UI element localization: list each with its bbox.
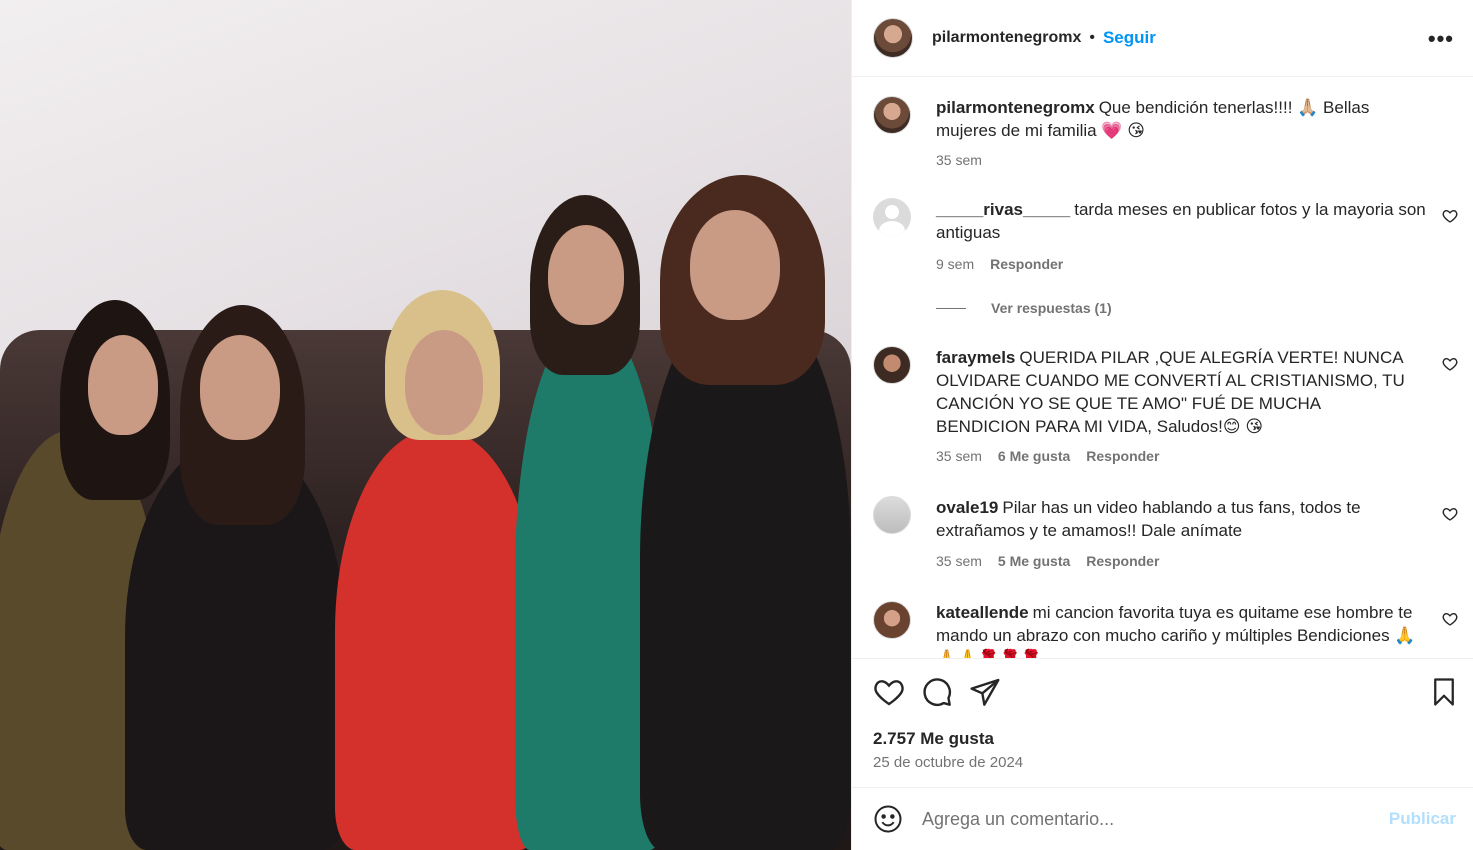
like-heart-icon[interactable] [873,676,905,708]
comment-time[interactable]: 35 sem [936,448,982,464]
view-replies-label: Ver respuestas (1) [991,300,1112,316]
post-date[interactable]: 25 de octubre de 2024 [873,754,1023,771]
comment-meta: 9 sem Responder [936,256,1063,272]
more-options-icon[interactable]: ••• [1428,26,1454,52]
comment-username[interactable]: kateallende [936,603,1029,622]
add-comment-bar: Publicar [852,787,1473,850]
photo-face-2 [200,335,280,440]
photo-face-3 [405,330,483,435]
author-username[interactable]: pilarmontenegromx [932,29,1081,47]
post-actions: 2.757 Me gusta 25 de octubre de 2024 [852,658,1473,788]
reply-button[interactable]: Responder [1086,553,1159,569]
photo-person-3 [335,430,540,850]
comments-list[interactable]: pilarmontenegromx Que bendición tenerlas!… [852,78,1473,658]
comment-item: _____rivas_____ tarda meses en publicar f… [873,198,1458,278]
caption-time[interactable]: 35 sem [936,152,982,168]
comment-item: kateallende mi cancion favorita tuya es q… [873,601,1458,658]
follow-button[interactable]: Seguir [1103,28,1156,48]
comment-text-block: _____rivas_____ tarda meses en publicar f… [936,198,1426,244]
comment-text-block: kateallende mi cancion favorita tuya es q… [936,601,1431,658]
caption-avatar[interactable] [873,96,911,134]
default-avatar-icon[interactable] [873,198,911,236]
header-separator: • [1089,29,1095,46]
photo-face-4 [548,225,624,325]
likes-count[interactable]: 2.757 Me gusta [873,729,994,749]
comment-text-block: ovale19 Pilar has un video hablando a tus… [936,496,1396,542]
commenter-avatar[interactable] [873,601,911,639]
like-comment-heart-icon[interactable] [1442,611,1458,627]
post-photo[interactable] [0,0,851,850]
caption-meta: 35 sem [936,152,982,168]
replies-line [936,307,966,309]
comment-time[interactable]: 35 sem [936,553,982,569]
comment-meta: 35 sem 6 Me gusta Responder [936,448,1159,464]
photo-face-5 [690,210,780,320]
commenter-avatar[interactable] [873,496,911,534]
commenter-avatar[interactable] [873,346,911,384]
caption-text-block: pilarmontenegromx Que bendición tenerlas!… [936,96,1396,142]
comment-username[interactable]: faraymels [936,348,1015,367]
comment-username[interactable]: ovale19 [936,498,998,517]
reply-button[interactable]: Responder [1086,448,1159,464]
comment-bubble-icon[interactable] [921,676,953,708]
caption: pilarmontenegromx Que bendición tenerlas!… [873,96,1458,176]
author-avatar[interactable] [873,18,913,58]
caption-username[interactable]: pilarmontenegromx [936,98,1095,117]
comment-text-block: faraymels QUERIDA PILAR ,QUE ALEGRÍA VERT… [936,346,1411,438]
action-icons [873,676,1001,708]
like-comment-heart-icon[interactable] [1442,506,1458,522]
comment-item: ovale19 Pilar has un video hablando a tus… [873,496,1458,576]
share-paper-plane-icon[interactable] [969,676,1001,708]
view-replies-button[interactable]: Ver respuestas (1) [936,300,1112,316]
like-comment-heart-icon[interactable] [1442,208,1458,224]
comment-meta: 35 sem 5 Me gusta Responder [936,553,1159,569]
comment-username[interactable]: _____rivas_____ [936,200,1070,219]
comment-likes[interactable]: 6 Me gusta [998,448,1070,464]
comment-text: Pilar has un video hablando a tus fans, … [936,498,1361,540]
comment-item: faraymels QUERIDA PILAR ,QUE ALEGRÍA VERT… [873,346,1458,476]
comment-time[interactable]: 9 sem [936,256,974,272]
like-comment-heart-icon[interactable] [1442,356,1458,372]
post-side-panel: pilarmontenegromx • Seguir ••• pilarmont… [851,0,1473,850]
post-header: pilarmontenegromx • Seguir ••• [852,0,1473,77]
reply-button[interactable]: Responder [990,256,1063,272]
photo-face-1 [88,335,158,435]
comment-likes[interactable]: 5 Me gusta [998,553,1070,569]
publish-button[interactable]: Publicar [1389,809,1456,829]
save-bookmark-icon[interactable] [1429,676,1459,708]
emoji-icon[interactable] [873,804,903,834]
comment-input[interactable] [922,808,1372,830]
